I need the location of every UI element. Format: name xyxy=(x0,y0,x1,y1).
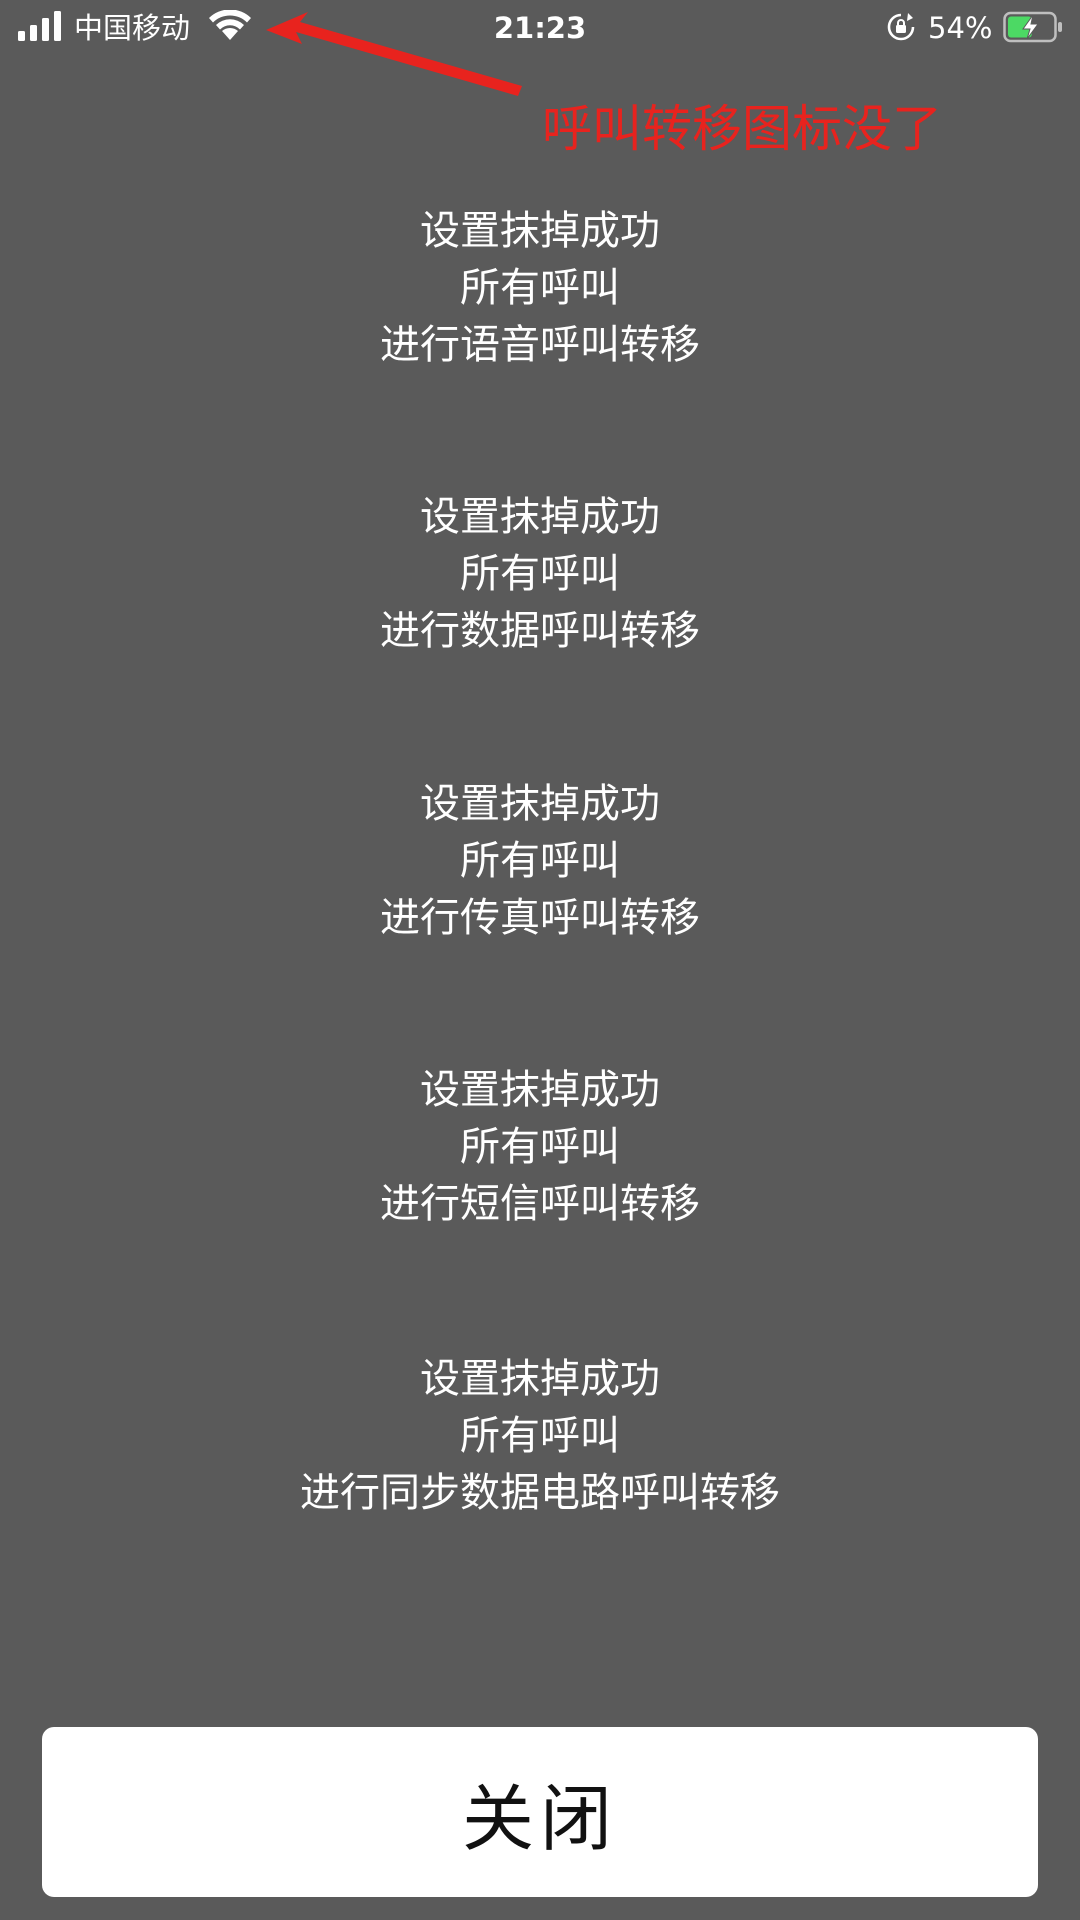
message-line: 进行语音呼叫转移 xyxy=(380,322,700,368)
rotation-lock-icon xyxy=(887,13,915,41)
battery-percent: 54% xyxy=(928,11,993,45)
message-line: 进行数据呼叫转移 xyxy=(380,608,700,654)
red-arrow-icon xyxy=(266,12,522,96)
message-block-fax: 设置抹掉成功 所有呼叫 进行传真呼叫转移 xyxy=(0,776,1080,947)
message-line: 设置抹掉成功 xyxy=(420,208,660,254)
message-line: 进行同步数据电路呼叫转移 xyxy=(300,1470,780,1516)
message-line: 所有呼叫 xyxy=(460,1413,620,1459)
message-line: 所有呼叫 xyxy=(460,838,620,884)
message-line: 设置抹掉成功 xyxy=(420,1067,660,1113)
message-block-sms: 设置抹掉成功 所有呼叫 进行短信呼叫转移 xyxy=(0,1062,1080,1233)
message-line: 设置抹掉成功 xyxy=(420,1356,660,1402)
message-line: 所有呼叫 xyxy=(460,1124,620,1170)
message-block-data: 设置抹掉成功 所有呼叫 进行数据呼叫转移 xyxy=(0,489,1080,660)
message-line: 所有呼叫 xyxy=(460,551,620,597)
message-line: 所有呼叫 xyxy=(460,265,620,311)
message-line: 进行短信呼叫转移 xyxy=(380,1181,700,1227)
status-bar: 中国移动 21:23 54% xyxy=(0,0,1080,56)
status-time: 21:23 xyxy=(493,11,587,45)
message-block-voice: 设置抹掉成功 所有呼叫 进行语音呼叫转移 xyxy=(0,203,1080,374)
battery-charging-icon xyxy=(1003,11,1062,43)
annotation-text: 呼叫转移图标没了 xyxy=(542,100,942,158)
close-button[interactable]: 关闭 xyxy=(42,1727,1038,1897)
message-line: 设置抹掉成功 xyxy=(420,781,660,827)
message-line: 进行传真呼叫转移 xyxy=(380,895,700,941)
message-block-sync-data-circuit: 设置抹掉成功 所有呼叫 进行同步数据电路呼叫转移 xyxy=(0,1351,1080,1522)
close-button-label: 关闭 xyxy=(461,1776,618,1861)
message-line: 设置抹掉成功 xyxy=(420,494,660,540)
